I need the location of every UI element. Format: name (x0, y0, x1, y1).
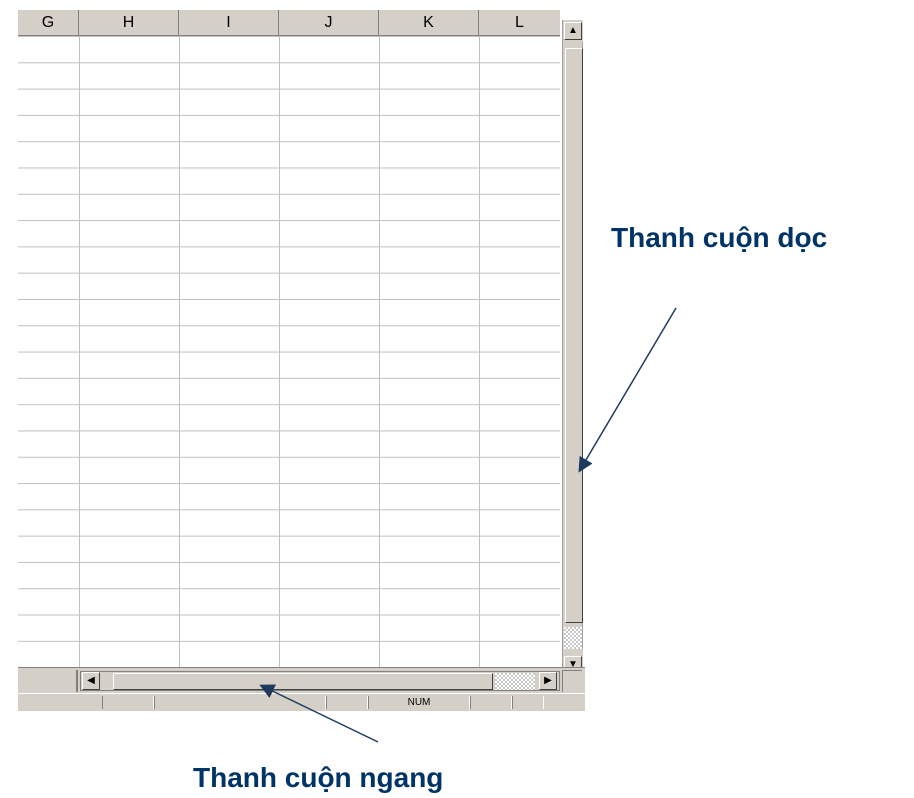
vertical-scrollbar-label: Thanh cuộn dọc (611, 222, 828, 253)
callout-arrows (259, 307, 677, 743)
horizontal-callout-arrow (259, 684, 379, 743)
vertical-callout-arrow (578, 307, 677, 473)
horizontal-scrollbar-label: Thanh cuộn ngang (193, 762, 444, 793)
